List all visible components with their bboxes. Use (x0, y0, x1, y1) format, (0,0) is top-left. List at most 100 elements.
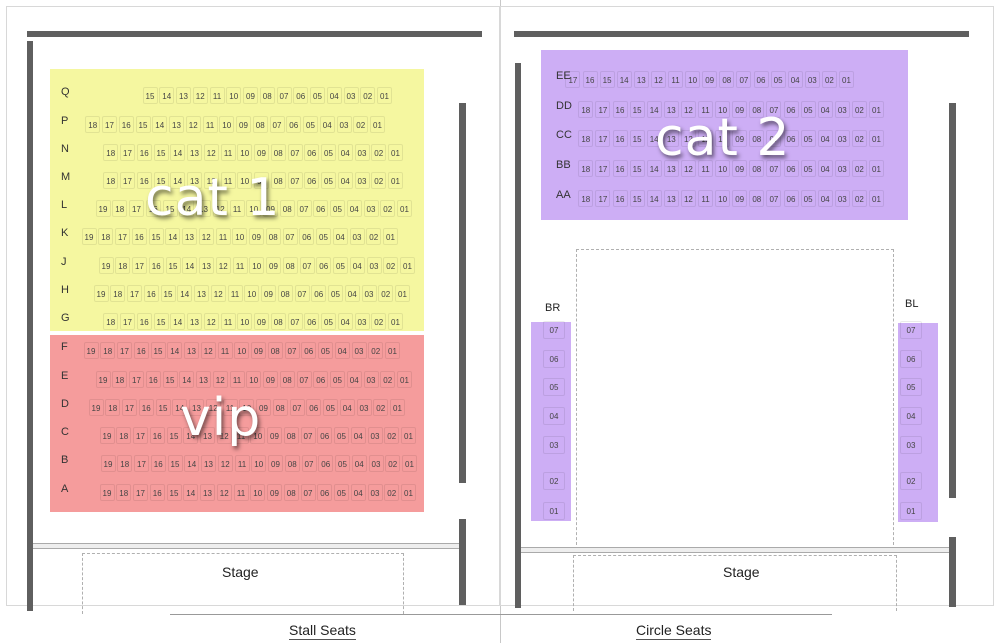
seat[interactable]: 03 (354, 172, 370, 189)
seat[interactable]: 12 (210, 285, 226, 302)
seat[interactable]: 03 (363, 371, 379, 388)
seat[interactable]: 15 (148, 228, 164, 245)
seat[interactable]: 09 (266, 257, 281, 274)
seat[interactable]: 15 (165, 257, 181, 274)
seat[interactable]: 13 (187, 313, 202, 330)
seat[interactable]: 17 (120, 144, 135, 161)
seat[interactable]: 13 (196, 371, 211, 388)
seat[interactable]: 12 (203, 144, 219, 161)
seat[interactable]: 07 (766, 190, 782, 207)
seat[interactable]: 14 (182, 257, 198, 274)
seat[interactable]: 17 (595, 101, 611, 118)
seat[interactable]: 18 (578, 160, 594, 177)
seat[interactable]: 18 (112, 371, 128, 388)
seat[interactable]: 09 (236, 116, 251, 133)
seat[interactable]: 04 (332, 228, 348, 245)
seat[interactable]: 14 (165, 228, 181, 245)
seat[interactable]: 16 (612, 101, 628, 118)
seat[interactable]: 03 (366, 257, 382, 274)
seat[interactable]: 04 (817, 190, 833, 207)
seat[interactable]: 07 (299, 257, 315, 274)
seat[interactable]: 02 (371, 172, 387, 189)
seat[interactable]: 02 (384, 484, 400, 501)
box-seat[interactable]: 01 (543, 502, 565, 520)
seat[interactable]: 08 (719, 71, 735, 88)
seat[interactable]: 16 (118, 116, 134, 133)
seat[interactable]: 15 (150, 342, 166, 359)
seat[interactable]: 19 (95, 371, 111, 388)
seat[interactable]: 17 (127, 285, 142, 302)
seat[interactable]: 01 (397, 371, 412, 388)
seat[interactable]: 16 (612, 130, 628, 147)
seat[interactable]: 16 (133, 342, 149, 359)
seat[interactable]: 12 (680, 190, 696, 207)
seat[interactable]: 13 (176, 87, 191, 104)
seat[interactable]: 15 (629, 190, 645, 207)
seat[interactable]: 03 (367, 484, 383, 501)
seat[interactable]: 09 (261, 285, 276, 302)
box-seat[interactable]: 04 (543, 407, 565, 425)
seat[interactable]: 10 (232, 228, 248, 245)
seat[interactable]: 18 (116, 484, 132, 501)
seat[interactable]: 14 (184, 455, 200, 472)
seat[interactable]: 15 (153, 313, 169, 330)
seat[interactable]: 11 (229, 371, 245, 388)
seat[interactable]: 08 (283, 484, 299, 501)
seat[interactable]: 10 (244, 285, 260, 302)
seat[interactable]: 15 (599, 71, 615, 88)
seat[interactable]: 15 (160, 285, 176, 302)
seat[interactable]: 16 (131, 228, 147, 245)
seat[interactable]: 04 (339, 399, 355, 416)
seat[interactable]: 04 (817, 160, 833, 177)
seat[interactable]: 16 (149, 427, 165, 444)
seat[interactable]: 15 (629, 160, 645, 177)
seat[interactable]: 01 (383, 228, 398, 245)
seat[interactable]: 17 (129, 200, 144, 217)
seat[interactable]: 03 (367, 427, 383, 444)
seat[interactable]: 12 (650, 71, 666, 88)
seat[interactable]: 02 (353, 116, 369, 133)
seat[interactable]: 01 (385, 342, 400, 359)
seat[interactable]: 10 (715, 190, 731, 207)
seat[interactable]: 04 (326, 87, 342, 104)
seat[interactable]: 17 (120, 172, 135, 189)
seat[interactable]: 15 (142, 87, 158, 104)
seat[interactable]: 07 (287, 144, 303, 161)
seat[interactable]: 02 (368, 342, 384, 359)
box-seat[interactable]: 05 (543, 378, 565, 396)
seat[interactable]: 09 (249, 228, 264, 245)
seat[interactable]: 12 (203, 313, 219, 330)
seat[interactable]: 16 (612, 190, 628, 207)
seat[interactable]: 11 (209, 87, 225, 104)
seat[interactable]: 18 (116, 427, 132, 444)
seat[interactable]: 08 (270, 313, 286, 330)
seat[interactable]: 18 (578, 101, 594, 118)
seat[interactable]: 01 (869, 130, 884, 147)
seat[interactable]: 19 (95, 200, 111, 217)
seat[interactable]: 13 (187, 144, 202, 161)
seat[interactable]: 01 (869, 101, 884, 118)
seat[interactable]: 07 (287, 172, 303, 189)
seat[interactable]: 19 (100, 455, 116, 472)
seat[interactable]: 18 (578, 130, 594, 147)
seat[interactable]: 18 (115, 257, 131, 274)
seat[interactable]: 18 (103, 313, 119, 330)
seat[interactable]: 11 (232, 257, 248, 274)
seat[interactable]: 10 (246, 371, 262, 388)
seat[interactable]: 06 (318, 455, 334, 472)
seat[interactable]: 06 (293, 87, 309, 104)
seat[interactable]: 10 (219, 116, 235, 133)
seat[interactable]: 11 (698, 190, 713, 207)
seat[interactable]: 02 (373, 399, 389, 416)
seat[interactable]: 03 (336, 116, 352, 133)
box-seat[interactable]: 04 (900, 407, 922, 425)
seat[interactable]: 04 (349, 257, 365, 274)
seat[interactable]: 02 (821, 71, 837, 88)
seat[interactable]: 02 (378, 285, 394, 302)
seat[interactable]: 04 (817, 130, 833, 147)
seat[interactable]: 18 (110, 285, 126, 302)
seat[interactable]: 12 (216, 484, 232, 501)
seat[interactable]: 01 (869, 190, 884, 207)
seat[interactable]: 13 (182, 228, 197, 245)
seat[interactable]: 04 (319, 116, 335, 133)
